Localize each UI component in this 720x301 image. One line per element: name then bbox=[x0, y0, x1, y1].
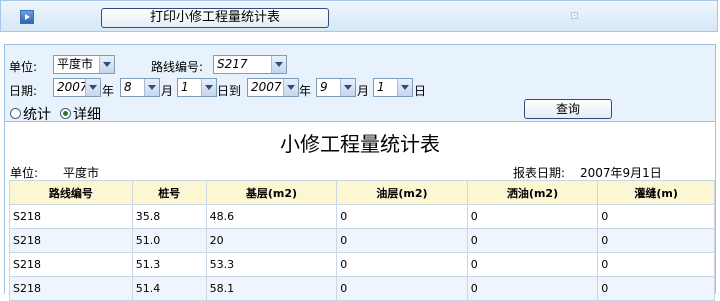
start-day-select[interactable]: 1 bbox=[177, 78, 217, 97]
table-cell: 53.3 bbox=[205, 252, 338, 277]
chevron-down-icon bbox=[283, 79, 298, 96]
column-header: 桩号 bbox=[131, 180, 207, 205]
column-header: 灌缝(m) bbox=[597, 180, 715, 205]
table-cell: 51.3 bbox=[131, 252, 207, 277]
end-year-select[interactable]: 2007 bbox=[247, 78, 299, 97]
table-row: S218 35.8 48.6 0 0 0 bbox=[9, 204, 715, 229]
table-cell: 0 bbox=[336, 204, 468, 229]
date-label: 日期: bbox=[9, 84, 38, 98]
chevron-down-icon bbox=[340, 79, 355, 96]
start-year-select[interactable]: 2007 bbox=[53, 78, 101, 97]
table-row: S218 51.4 58.1 0 0 0 bbox=[9, 276, 715, 301]
table-cell: 0 bbox=[466, 204, 599, 229]
end-day-select[interactable]: 1 bbox=[373, 78, 413, 97]
table-cell: 0 bbox=[597, 276, 715, 301]
collapse-toggle-icon[interactable] bbox=[20, 10, 34, 24]
table-row: S218 51.3 53.3 0 0 0 bbox=[9, 252, 715, 277]
table-cell: 51.0 bbox=[131, 228, 207, 253]
chevron-down-icon bbox=[397, 79, 412, 96]
table-cell: S218 bbox=[9, 252, 133, 277]
table-cell: 0 bbox=[597, 204, 715, 229]
unit-select-value: 平度市 bbox=[57, 57, 94, 71]
route-select-value: S217 bbox=[217, 57, 248, 71]
table-cell: 58.1 bbox=[205, 276, 338, 301]
month-label: 月 bbox=[161, 84, 174, 98]
day-label: 日 bbox=[414, 84, 427, 98]
table-header-row: 路线编号 桩号 基层(m2) 油层(m2) 洒油(m2) 灌缝(m) bbox=[9, 180, 715, 205]
table-cell: S218 bbox=[9, 228, 133, 253]
table-cell: 20 bbox=[205, 228, 338, 253]
month-label: 月 bbox=[357, 84, 370, 98]
column-header: 油层(m2) bbox=[336, 180, 468, 205]
report-unit-label: 单位: bbox=[10, 166, 39, 180]
end-month-value: 9 bbox=[320, 80, 328, 94]
table-cell: 51.4 bbox=[131, 276, 207, 301]
year-label: 年 bbox=[299, 84, 312, 98]
detail-radio[interactable] bbox=[60, 108, 71, 119]
report-date-label: 报表日期: bbox=[513, 166, 566, 180]
column-header: 路线编号 bbox=[9, 180, 133, 205]
end-day-value: 1 bbox=[377, 80, 385, 94]
table-row: S218 51.0 20 0 0 0 bbox=[9, 228, 715, 253]
year-label: 年 bbox=[102, 84, 115, 98]
report-date-value: 2007年9月1日 bbox=[580, 166, 662, 180]
report-title: 小修工程量统计表 bbox=[280, 132, 440, 156]
end-month-select[interactable]: 9 bbox=[316, 78, 356, 97]
end-year-value: 2007 bbox=[251, 80, 282, 94]
to-label: 日到 bbox=[217, 84, 242, 98]
start-day-value: 1 bbox=[181, 80, 189, 94]
route-label: 路线编号: bbox=[151, 60, 204, 74]
column-header: 洒油(m2) bbox=[466, 180, 599, 205]
report-area: 小修工程量统计表 单位: 平度市 报表日期: 2007年9月1日 路线编号 桩号… bbox=[5, 121, 715, 301]
table-cell: 0 bbox=[336, 228, 468, 253]
start-year-value: 2007 bbox=[57, 80, 88, 94]
table-cell: 35.8 bbox=[131, 204, 207, 229]
table-cell: S218 bbox=[9, 204, 133, 229]
start-month-select[interactable]: 8 bbox=[120, 78, 160, 97]
chevron-down-icon bbox=[85, 79, 100, 96]
chevron-down-icon bbox=[144, 79, 159, 96]
table-cell: 0 bbox=[336, 252, 468, 277]
unit-label: 单位: bbox=[9, 60, 38, 74]
start-month-value: 8 bbox=[124, 80, 132, 94]
expand-icon[interactable] bbox=[571, 12, 578, 19]
table-cell: 0 bbox=[597, 252, 715, 277]
top-toolbar: 打印小修工程量统计表 bbox=[0, 0, 718, 32]
print-report-button[interactable]: 打印小修工程量统计表 bbox=[101, 8, 329, 28]
table-cell: 0 bbox=[597, 228, 715, 253]
summary-radio[interactable] bbox=[10, 108, 21, 119]
query-button[interactable]: 查询 bbox=[524, 99, 612, 119]
table-cell: 0 bbox=[466, 252, 599, 277]
table-cell: 48.6 bbox=[205, 204, 338, 229]
chevron-down-icon bbox=[99, 56, 114, 73]
report-table: 路线编号 桩号 基层(m2) 油层(m2) 洒油(m2) 灌缝(m) S218 … bbox=[9, 180, 715, 301]
table-cell: 0 bbox=[336, 276, 468, 301]
chevron-down-icon bbox=[271, 56, 286, 73]
unit-select[interactable]: 平度市 bbox=[53, 55, 115, 74]
chevron-down-icon bbox=[201, 79, 216, 96]
report-unit-value: 平度市 bbox=[63, 166, 100, 180]
table-cell: 0 bbox=[466, 228, 599, 253]
route-select[interactable]: S217 bbox=[213, 55, 287, 74]
table-cell: S218 bbox=[9, 276, 133, 301]
table-cell: 0 bbox=[466, 276, 599, 301]
column-header: 基层(m2) bbox=[205, 180, 338, 205]
